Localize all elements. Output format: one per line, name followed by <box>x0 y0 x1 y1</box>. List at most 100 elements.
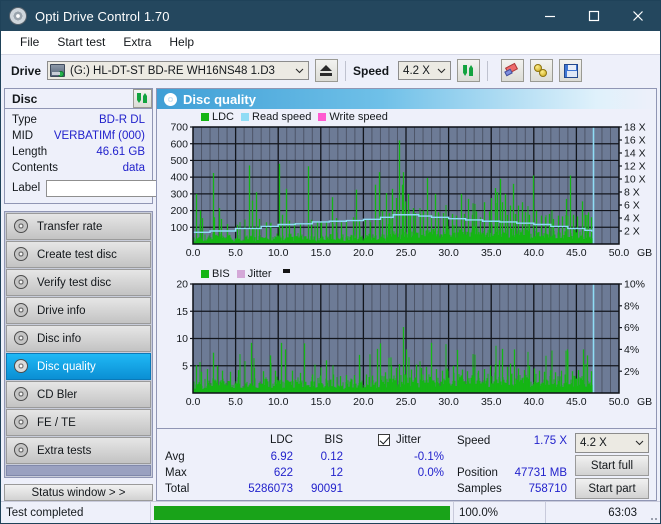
jitter-checkbox[interactable] <box>378 434 390 446</box>
speed-stat-label: Speed <box>457 435 491 447</box>
svg-text:15.0: 15.0 <box>311 396 332 408</box>
legend-label: BIS <box>212 268 230 280</box>
speed-stat-value: 1.75 X <box>533 435 567 447</box>
save-button[interactable] <box>559 59 583 82</box>
disc-header-title: Disc <box>12 91 38 106</box>
svg-text:20.0: 20.0 <box>353 247 374 259</box>
legend-swatch <box>201 270 209 278</box>
legend-label: LDC <box>212 111 235 123</box>
drive-select[interactable]: (G:) HL-DT-ST BD-RE WH16NS48 1.D3 <box>47 61 310 80</box>
progress-bar <box>151 502 454 523</box>
stats-col-bis: BIS <box>324 434 343 446</box>
sidebar-item-label: Create test disc <box>37 248 117 261</box>
svg-text:GB: GB <box>637 396 652 408</box>
sidebar-item-extra-tests[interactable]: Extra tests <box>6 437 151 464</box>
sidebar-item-label: CD Bler <box>37 388 78 401</box>
svg-text:30.0: 30.0 <box>438 247 459 259</box>
disc-row-length: Length 46.61 GB <box>5 144 152 160</box>
eject-button[interactable] <box>315 59 339 82</box>
svg-text:30.0: 30.0 <box>438 396 459 408</box>
svg-text:5.0: 5.0 <box>228 396 243 408</box>
sidebar-item-verify-test-disc[interactable]: Verify test disc <box>6 269 151 296</box>
stats-row-avg-label: Avg <box>165 451 185 463</box>
toolbar: Drive (G:) HL-DT-ST BD-RE WH16NS48 1.D3 … <box>1 54 660 86</box>
sidebar-item-fe-te[interactable]: FE / TE <box>6 409 151 436</box>
svg-text:5: 5 <box>182 360 188 372</box>
disc-header: Disc <box>4 88 153 108</box>
speed-select[interactable]: 4.2 X <box>398 61 452 80</box>
disc-row-key: Contents <box>12 162 59 174</box>
svg-text:15.0: 15.0 <box>311 247 332 259</box>
refresh-icon <box>136 92 149 105</box>
disc-refresh-button[interactable] <box>133 89 152 108</box>
minimize-button[interactable] <box>528 1 572 31</box>
legend-label: Read speed <box>252 111 312 123</box>
disc-row-value: data <box>122 162 145 174</box>
disc-icon <box>14 303 31 318</box>
settings-button[interactable] <box>530 59 554 82</box>
sidebar-item-create-test-disc[interactable]: Create test disc <box>6 241 151 268</box>
disc-icon <box>14 219 31 234</box>
toolbar-divider-2 <box>487 60 489 81</box>
menu-extra[interactable]: Extra <box>114 33 160 51</box>
svg-text:25.0: 25.0 <box>396 396 417 408</box>
status-window-button[interactable]: Status window > > <box>4 484 153 501</box>
ldc-chart-legend: LDC Read speed Write speed <box>157 111 656 123</box>
erase-button[interactable] <box>501 59 525 82</box>
svg-text:16 X: 16 X <box>624 135 646 147</box>
disc-row-value: BD-R DL <box>98 114 145 126</box>
resize-grip[interactable] <box>642 502 660 523</box>
svg-text:500: 500 <box>170 155 188 167</box>
svg-text:10.0: 10.0 <box>268 396 289 408</box>
close-button[interactable] <box>616 1 660 31</box>
test-speed-select[interactable]: 4.2 X <box>575 433 649 453</box>
sidebar-item-label: Extra tests <box>37 444 92 457</box>
disc-row-mid: MID VERBATIMf (000) <box>5 128 152 144</box>
svg-text:50.0: 50.0 <box>609 247 630 259</box>
stats-avg-ldc: 6.92 <box>270 451 293 463</box>
legend-swatch <box>201 113 209 121</box>
sidebar-item-disc-quality[interactable]: Disc quality <box>6 353 151 380</box>
toolbar-divider-1 <box>345 60 347 81</box>
stats-total-ldc: 5286073 <box>248 483 293 495</box>
disc-label-key: Label <box>12 182 41 194</box>
start-part-button[interactable]: Start part <box>575 478 649 499</box>
stats-avg-jitter: -0.1% <box>413 451 444 463</box>
menu-bar: File Start test Extra Help <box>1 31 660 54</box>
disc-icon <box>14 359 31 374</box>
disc-icon <box>164 92 177 106</box>
stats-col-ldc: LDC <box>269 434 293 446</box>
menu-file[interactable]: File <box>11 33 48 51</box>
disc-label-row: Label <box>5 177 217 199</box>
disc-icon <box>14 247 31 262</box>
svg-text:700: 700 <box>170 123 188 134</box>
start-full-button[interactable]: Start full <box>575 455 649 476</box>
menu-start-test[interactable]: Start test <box>48 33 114 51</box>
svg-text:8 X: 8 X <box>624 187 640 199</box>
svg-text:6 X: 6 X <box>624 200 640 212</box>
svg-text:600: 600 <box>170 138 188 150</box>
svg-text:35.0: 35.0 <box>481 247 502 259</box>
svg-text:45.0: 45.0 <box>566 247 587 259</box>
refresh-button[interactable] <box>457 59 481 82</box>
jitter-scale-marker-icon <box>282 269 290 273</box>
menu-help[interactable]: Help <box>160 33 203 51</box>
window-title: Opti Drive Control 1.70 <box>35 8 170 24</box>
legend-entry-jitter: Jitter <box>236 268 272 280</box>
sidebar-item-disc-info[interactable]: Disc info <box>6 325 151 352</box>
page-title: Disc quality <box>183 91 256 107</box>
stats-max-ldc: 622 <box>273 467 293 479</box>
svg-text:40.0: 40.0 <box>524 396 545 408</box>
app-window: Opti Drive Control 1.70 File Start test … <box>0 0 661 524</box>
sidebar-item-transfer-rate[interactable]: Transfer rate <box>6 213 151 240</box>
sidebar-item-cd-bler[interactable]: CD Bler <box>6 381 151 408</box>
samples-stat-label: Samples <box>457 483 502 495</box>
elapsed-time: 63:03 <box>608 506 637 519</box>
status-message: Test completed <box>1 502 151 523</box>
right-panel: Disc quality LDC Read speed Write speed … <box>156 88 657 501</box>
legend-swatch <box>318 113 327 121</box>
settings-icon <box>534 63 549 78</box>
sidebar-item-label: FE / TE <box>37 416 76 429</box>
maximize-button[interactable] <box>572 1 616 31</box>
sidebar-item-drive-info[interactable]: Drive info <box>6 297 151 324</box>
